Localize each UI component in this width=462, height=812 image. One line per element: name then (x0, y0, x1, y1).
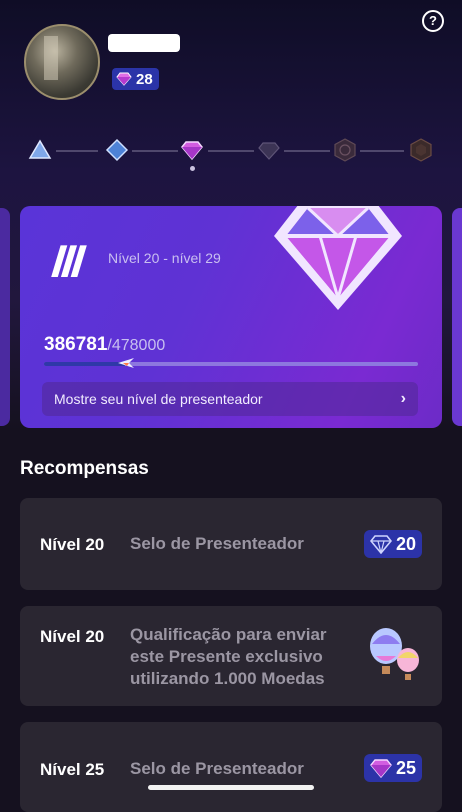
reward-item[interactable]: Nível 25 Selo de Presenteador 25 (20, 722, 442, 812)
username-redacted (108, 34, 180, 52)
avatar[interactable] (24, 24, 100, 100)
gem-outline-icon (369, 535, 392, 554)
help-button[interactable]: ? (422, 10, 444, 32)
reward-desc: Selo de Presenteador (130, 759, 304, 778)
reward-badge: 20 (363, 530, 422, 558)
current-tier-dot (190, 166, 195, 171)
hexagon-ring-tier-icon[interactable] (409, 138, 433, 162)
progress-current: 386781 (44, 334, 108, 355)
progress-text: 386781/478000 (44, 334, 165, 356)
tier-roman-numeral: III (49, 235, 85, 287)
reward-desc-line: utilizando 1.000 Moedas (130, 669, 325, 688)
reward-level: Nível 20 (40, 627, 105, 646)
reward-badge-value: 20 (395, 533, 416, 554)
question-circle-icon: ? (429, 13, 437, 28)
reward-item[interactable]: Nível 20 Selo de Presenteador 20 (20, 498, 442, 590)
rewards-title: Recompensas (20, 458, 149, 479)
blue-gem-tier-icon[interactable] (105, 138, 129, 162)
pink-gem-tier-icon[interactable] (180, 138, 204, 162)
level-card: III Nível 20 - nível 29 386781/478000 Mo… (20, 206, 442, 428)
show-gifter-level-label: Mostre seu nível de presenteador (54, 391, 263, 407)
reward-badge-value: 25 (395, 757, 416, 778)
triangle-tier-icon[interactable] (28, 138, 52, 162)
reward-level: Nível 25 (40, 760, 105, 779)
progress-fill (44, 362, 127, 366)
reward-desc-line: este Presente exclusivo (130, 647, 323, 666)
progress-bar (44, 358, 418, 368)
home-indicator[interactable] (148, 785, 314, 790)
big-gem-icon (274, 206, 402, 310)
progress-total: /478000 (107, 337, 166, 354)
hot-air-balloon-gift-icon (370, 628, 419, 680)
dark-gem-tier-icon[interactable] (257, 138, 281, 162)
coin-count: 28 (136, 70, 153, 88)
reward-desc: Qualificação para enviar este Presente e… (130, 624, 327, 690)
reward-item[interactable]: Nível 20 Qualificação para enviar este P… (20, 606, 442, 706)
previous-card-peek[interactable] (0, 208, 10, 426)
level-range: Nível 20 - nível 29 (108, 250, 221, 266)
coin-badge: 28 (112, 68, 159, 90)
level-track (0, 130, 462, 174)
reward-desc-line: Qualificação para enviar (130, 625, 327, 644)
hexagon-tier-icon[interactable] (333, 138, 357, 162)
plane-marker-icon (118, 358, 135, 368)
next-card-peek[interactable] (452, 208, 462, 426)
reward-desc: Selo de Presenteador (130, 534, 304, 553)
reward-level: Nível 20 (40, 535, 105, 554)
chevron-right-icon: › (400, 390, 406, 407)
reward-badge: 25 (363, 754, 422, 782)
gem-icon (116, 72, 132, 86)
gem-icon (370, 759, 392, 778)
show-gifter-level-button[interactable]: Mostre seu nível de presenteador › (42, 382, 418, 416)
